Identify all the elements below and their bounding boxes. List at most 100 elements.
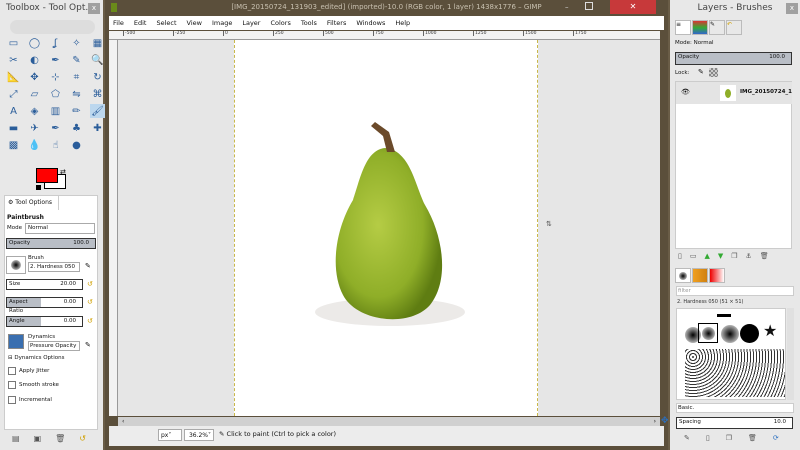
brush-grid[interactable]: ★ xyxy=(676,308,786,400)
scissors-tool-icon[interactable]: ✂ xyxy=(6,53,21,67)
new-group-icon[interactable]: ▭ xyxy=(690,252,697,260)
edit-brush-icon[interactable]: ✎ xyxy=(684,434,690,442)
tab-tool-options[interactable]: ⚙ Tool Options xyxy=(5,196,59,210)
restore-options-icon[interactable]: ▣ xyxy=(34,434,42,443)
menu-view[interactable]: View xyxy=(187,16,202,30)
menu-tools[interactable]: Tools xyxy=(301,16,317,30)
brush-item[interactable] xyxy=(721,325,739,343)
measure-tool-icon[interactable]: 📐 xyxy=(6,70,21,84)
crop-tool-icon[interactable]: ⌗ xyxy=(69,70,84,84)
menu-file[interactable]: File xyxy=(113,16,124,30)
dodge-burn-tool-icon[interactable]: ● xyxy=(69,138,84,152)
vertical-ruler[interactable] xyxy=(109,40,118,416)
paintbrush-tool-icon[interactable]: 🖌 xyxy=(90,104,105,118)
airbrush-tool-icon[interactable]: ✈ xyxy=(27,121,42,135)
opacity-slider[interactable]: Opacity 100.0 xyxy=(6,238,96,249)
shear-tool-icon[interactable]: ▱ xyxy=(27,87,42,101)
delete-brush-icon[interactable]: 🗑 xyxy=(748,434,757,442)
spacing-slider[interactable]: Spacing 10.0 xyxy=(676,417,793,429)
maximize-button[interactable] xyxy=(585,2,593,10)
scale-tool-icon[interactable]: ⤢ xyxy=(6,87,21,101)
menu-image[interactable]: Image xyxy=(212,16,232,30)
image-canvas[interactable] xyxy=(234,40,538,416)
align-tool-icon[interactable]: ⊹ xyxy=(48,70,63,84)
tab-gradients[interactable] xyxy=(709,268,725,283)
smooth-stroke-checkbox[interactable] xyxy=(8,381,16,389)
duplicate-brush-icon[interactable]: ❐ xyxy=(726,434,732,442)
pencil-tool-icon[interactable]: ✏ xyxy=(69,104,84,118)
horizontal-ruler[interactable]: -500 -250 0 250 500 750 1000 1250 1500 1750 xyxy=(109,31,660,40)
tab-layers[interactable]: ≡ xyxy=(675,20,691,35)
text-tool-icon[interactable]: A xyxy=(6,104,21,118)
fuzzy-select-tool-icon[interactable]: ✧ xyxy=(69,36,84,50)
zoom-tool-icon[interactable]: 🔍 xyxy=(90,53,105,67)
brush-preview[interactable] xyxy=(6,256,26,274)
delete-layer-icon[interactable]: 🗑 xyxy=(760,252,769,260)
unit-select[interactable]: px˅ xyxy=(158,429,182,441)
cage-tool-icon[interactable]: ⌘ xyxy=(90,87,105,101)
anchor-layer-icon[interactable]: ⚓ xyxy=(746,252,752,260)
duplicate-layer-icon[interactable]: ❐ xyxy=(731,252,737,260)
zoom-select[interactable]: 36.2%˅ xyxy=(184,429,214,441)
menu-windows[interactable]: Windows xyxy=(356,16,385,30)
tab-paths[interactable]: ✎ xyxy=(709,20,725,35)
reset-size-icon[interactable]: ↺ xyxy=(87,280,93,288)
refresh-brushes-icon[interactable]: ⟳ xyxy=(773,434,779,442)
smudge-tool-icon[interactable]: ☝ xyxy=(48,138,63,152)
ellipse-select-tool-icon[interactable]: ◯ xyxy=(27,36,42,50)
flip-tool-icon[interactable]: ⇋ xyxy=(69,87,84,101)
lock-pixels-icon[interactable]: ✎ xyxy=(698,68,704,76)
dynamics-options-expander[interactable]: ⊟ Dynamics Options xyxy=(8,355,64,361)
raise-layer-icon[interactable]: ▲ xyxy=(704,252,709,260)
foreground-color[interactable] xyxy=(36,168,58,183)
brush-set-select[interactable]: Basic. xyxy=(676,403,794,413)
close-button[interactable]: x xyxy=(88,3,100,14)
layer-row[interactable]: 👁 IMG_20150724_131903_edited xyxy=(676,82,792,104)
clone-tool-icon[interactable]: ♣ xyxy=(69,121,84,135)
paths-tool-icon[interactable]: ✒ xyxy=(48,53,63,67)
blend-tool-icon[interactable]: ▥ xyxy=(48,104,63,118)
brush-item[interactable] xyxy=(717,314,731,317)
edit-brush-icon[interactable]: ✎ xyxy=(85,262,91,270)
tab-channels[interactable] xyxy=(692,20,708,35)
free-select-tool-icon[interactable]: ʆ xyxy=(48,36,63,50)
rotate-tool-icon[interactable]: ↻ xyxy=(90,70,105,84)
reset-angle-icon[interactable]: ↺ xyxy=(87,317,93,325)
canvas-area[interactable]: ⇅ xyxy=(118,40,660,416)
minimize-button[interactable]: – xyxy=(565,3,569,11)
bucket-fill-tool-icon[interactable]: ◈ xyxy=(27,104,42,118)
tab-brushes[interactable] xyxy=(675,268,691,283)
horizontal-scrollbar[interactable]: ‹ › xyxy=(118,417,660,426)
edit-dynamics-icon[interactable]: ✎ xyxy=(85,341,91,349)
incremental-checkbox[interactable] xyxy=(8,396,16,404)
delete-options-icon[interactable]: 🗑 xyxy=(55,434,65,443)
close-button[interactable]: x xyxy=(786,3,798,14)
size-slider[interactable]: Size 20.00 xyxy=(6,279,83,290)
menu-edit[interactable]: Edit xyxy=(134,16,147,30)
save-options-icon[interactable]: ▤ xyxy=(12,434,20,443)
reset-colors-icon[interactable] xyxy=(36,185,41,190)
aspect-ratio-slider[interactable]: Aspect Ratio 0.00 xyxy=(6,297,83,314)
mode-select[interactable]: Normal xyxy=(25,223,95,234)
brush-scrollbar[interactable] xyxy=(787,308,794,400)
eraser-tool-icon[interactable]: ▬ xyxy=(6,121,21,135)
eye-icon[interactable]: 👁 xyxy=(681,88,690,96)
heal-tool-icon[interactable]: ✚ xyxy=(90,121,105,135)
layer-opacity-slider[interactable]: Opacity 100.0 xyxy=(675,52,792,65)
reset-options-icon[interactable]: ↺ xyxy=(79,434,86,443)
menu-layer[interactable]: Layer xyxy=(242,16,260,30)
tab-patterns[interactable] xyxy=(692,268,708,283)
new-layer-icon[interactable]: ▯ xyxy=(678,252,682,260)
brush-item-selected[interactable] xyxy=(698,323,718,343)
menu-filters[interactable]: Filters xyxy=(327,16,346,30)
tab-undo[interactable]: ↶ xyxy=(726,20,742,35)
perspective-tool-icon[interactable]: ⬠ xyxy=(48,87,63,101)
color-picker-tool-icon[interactable]: ✎ xyxy=(69,53,84,67)
angle-slider[interactable]: Angle 0.00 xyxy=(6,316,83,327)
blur-tool-icon[interactable]: 💧 xyxy=(27,138,42,152)
menu-select[interactable]: Select xyxy=(156,16,176,30)
brush-item[interactable] xyxy=(740,324,759,343)
color-select-tool-icon[interactable]: ▦ xyxy=(90,36,105,50)
close-window-button[interactable]: ✕ xyxy=(610,0,656,14)
ink-tool-icon[interactable]: ✒ xyxy=(48,121,63,135)
